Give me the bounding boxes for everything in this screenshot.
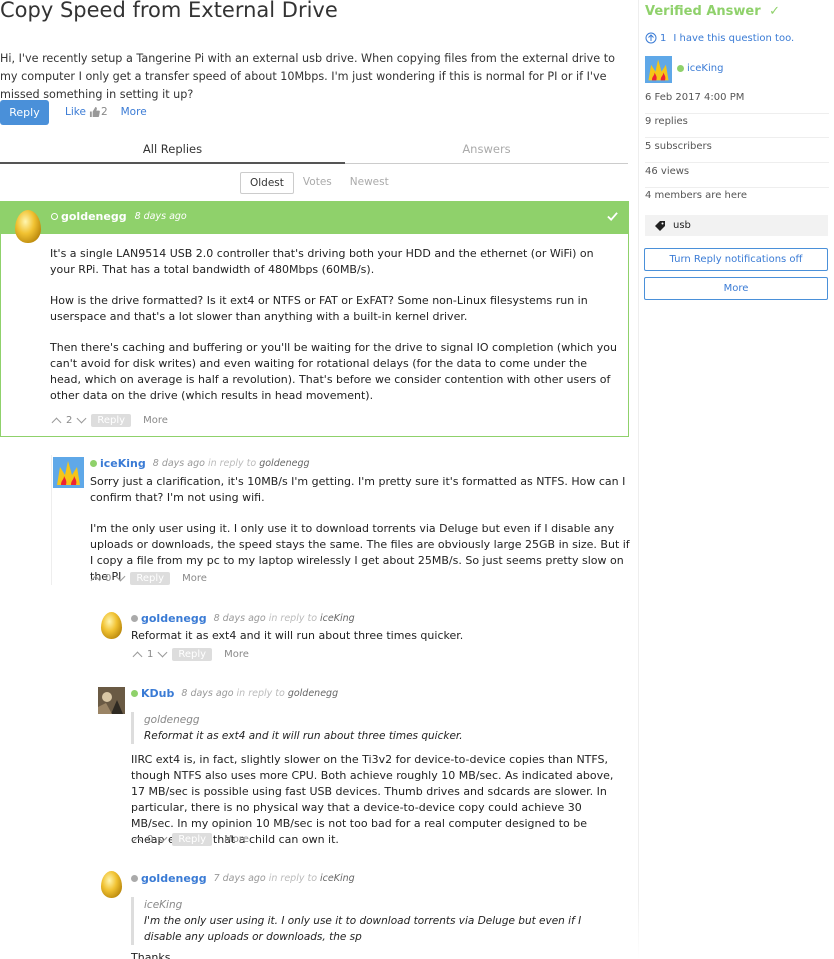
avatar: [53, 457, 84, 488]
post-time: 8 days ago: [134, 211, 187, 222]
upvote-icon[interactable]: [132, 651, 143, 662]
thumbs-up-icon: [89, 107, 100, 117]
downvote-icon[interactable]: [115, 571, 126, 582]
in-reply-to-label: in reply to: [268, 873, 318, 884]
in-reply-to-label: in reply to: [236, 688, 285, 699]
vote-count: 2: [66, 415, 73, 426]
view-count: 46 views: [645, 164, 829, 188]
reply-target[interactable]: goldenegg: [288, 688, 338, 699]
arrow-up-circle-icon: [645, 32, 657, 44]
tab-all-replies[interactable]: All Replies: [0, 142, 345, 164]
tag-label: usb: [673, 220, 691, 231]
subscriber-count: 5 subscribers: [645, 139, 829, 163]
question-body: Hi, I've recently setup a Tangerine Pi w…: [0, 52, 615, 101]
quote-text: Reformat it as ext4 and it will run abou…: [144, 730, 463, 742]
check-icon: [607, 212, 618, 222]
reply-button[interactable]: Reply: [172, 648, 213, 661]
thread-line: [51, 455, 52, 585]
like-count: 2: [100, 106, 108, 118]
more-link[interactable]: More: [143, 415, 168, 426]
more-link[interactable]: More: [182, 573, 207, 584]
online-dot: [677, 65, 684, 72]
sort-oldest[interactable]: Oldest: [240, 172, 294, 194]
more-link[interactable]: More: [224, 649, 249, 660]
scroll-fade: [630, 900, 834, 959]
reply-tabs: All Replies Answers: [0, 142, 628, 164]
sort-newest[interactable]: Newest: [341, 172, 398, 194]
avatar: [98, 687, 125, 714]
reply-button[interactable]: Reply: [172, 833, 213, 846]
downvote-icon[interactable]: [76, 413, 87, 424]
post-date: 6 Feb 2017 4:00 PM: [645, 90, 829, 114]
post-time: 8 days ago: [152, 458, 205, 469]
reply-target[interactable]: iceKing: [320, 613, 355, 624]
quote-author: iceKing: [144, 899, 183, 911]
vote-count: 0: [105, 573, 112, 584]
online-dot: [131, 690, 138, 697]
same-question-count: 1: [660, 32, 667, 44]
question-title: Copy Speed from External Drive: [0, 0, 338, 22]
verified-answer-text: Verified Answer: [645, 4, 761, 19]
post-time: 8 days ago: [213, 613, 266, 624]
offline-dot: [131, 875, 138, 882]
upvote-icon[interactable]: [90, 575, 101, 586]
quote-author: goldenegg: [144, 714, 200, 726]
avatar: [101, 612, 122, 639]
accepted-answer: goldenegg 8 days ago It's a single LAN95…: [0, 201, 629, 437]
downvote-icon[interactable]: [157, 832, 168, 843]
sort-votes[interactable]: Votes: [294, 172, 341, 194]
reply-paragraph: Sorry just a clarification, it's 10MB/s …: [90, 475, 626, 504]
status-dot: [51, 213, 58, 220]
downvote-icon[interactable]: [157, 647, 168, 658]
sidebar-divider: [638, 0, 639, 959]
vote-count: 1: [147, 649, 154, 660]
avatar: [101, 871, 122, 898]
check-icon: ✓: [769, 4, 781, 19]
answer-paragraph: It's a single LAN9514 USB 2.0 controller…: [50, 247, 594, 276]
same-question-link[interactable]: I have this question too.: [673, 33, 794, 44]
quote-block: iceKing I'm the only user using it. I on…: [131, 897, 621, 945]
reply-paragraph: Thanks: [131, 951, 171, 959]
avatar: [645, 56, 672, 83]
quote-text: I'm the only user using it. I only use i…: [144, 915, 582, 943]
author-name[interactable]: goldenegg: [141, 872, 207, 885]
post-time: 8 days ago: [181, 688, 234, 699]
tab-answers[interactable]: Answers: [345, 142, 628, 164]
author-name[interactable]: goldenegg: [61, 210, 127, 223]
reply-button[interactable]: Reply: [130, 572, 171, 585]
avatar: [15, 210, 41, 243]
sidebar-more-button[interactable]: More: [644, 277, 828, 300]
notifications-toggle-button[interactable]: Turn Reply notifications off: [644, 248, 828, 271]
sort-options: Oldest Votes Newest: [240, 172, 398, 194]
post-time: 7 days ago: [213, 873, 266, 884]
accepted-answer-header: goldenegg 8 days ago: [1, 202, 628, 243]
answer-paragraph: How is the drive formatted? Is it ext4 o…: [50, 294, 588, 323]
reply-target[interactable]: goldenegg: [259, 458, 309, 469]
reply-paragraph: Reformat it as ext4 and it will run abou…: [131, 629, 464, 642]
author-name[interactable]: iceKing: [100, 457, 146, 470]
answer-paragraph: Then there's caching and buffering or yo…: [50, 341, 617, 402]
online-dot: [90, 460, 97, 467]
tag-icon: [655, 220, 665, 231]
reply-count: 9 replies: [645, 114, 829, 138]
in-reply-to-label: in reply to: [268, 613, 318, 624]
upvote-icon[interactable]: [132, 836, 143, 847]
author-name[interactable]: KDub: [141, 687, 174, 700]
author-name[interactable]: goldenegg: [141, 612, 207, 625]
verified-answer-label[interactable]: Verified Answer ✓: [645, 4, 780, 19]
reply-target[interactable]: iceKing: [320, 873, 355, 884]
members-here: 4 members are here: [645, 190, 748, 201]
more-link[interactable]: More: [224, 834, 249, 845]
upvote-icon[interactable]: [51, 417, 62, 428]
quote-block: goldenegg Reformat it as ext4 and it wil…: [131, 712, 621, 744]
vote-count: 0: [147, 834, 154, 845]
asker-name[interactable]: iceKing: [687, 63, 723, 74]
offline-dot: [131, 615, 138, 622]
like-link[interactable]: Like: [65, 106, 86, 118]
reply-button[interactable]: Reply: [91, 414, 132, 427]
in-reply-to-label: in reply to: [207, 458, 257, 469]
question-more-link[interactable]: More: [121, 106, 147, 118]
tag-chip[interactable]: usb: [645, 215, 828, 236]
reply-button[interactable]: Reply: [0, 100, 49, 125]
